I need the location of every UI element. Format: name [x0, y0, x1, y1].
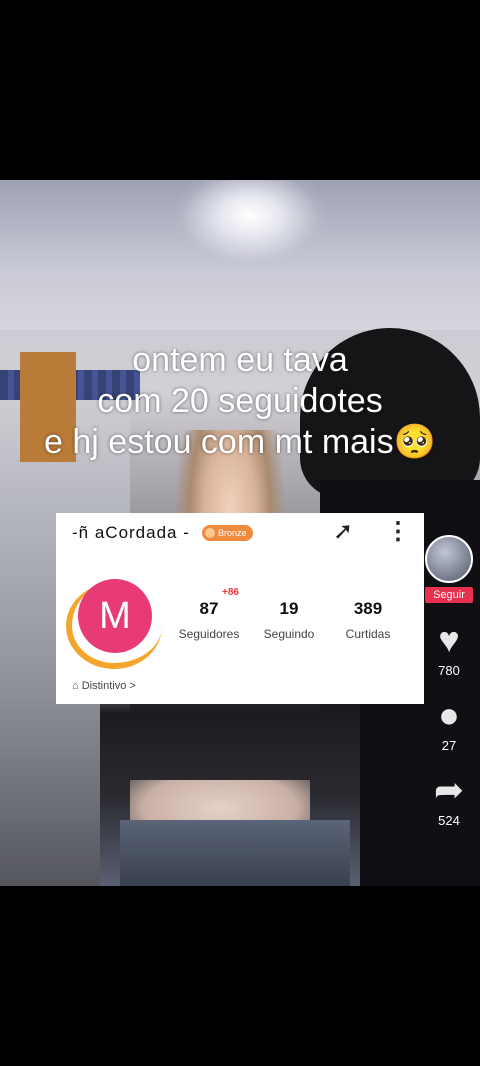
person-left-jeans [120, 820, 350, 886]
share-arrow-icon[interactable]: ➦ [418, 771, 480, 809]
profile-name: -ñ aCordada - [72, 523, 190, 542]
heart-icon[interactable]: ♥ [418, 621, 480, 659]
followers-label: Seguidores [178, 627, 240, 641]
followers-delta: +86 [222, 587, 239, 598]
caption-line-1: ontem eu tava [132, 341, 348, 379]
comment-count: 27 [441, 738, 457, 753]
share-icon[interactable]: ➚ [333, 517, 353, 546]
share-action[interactable]: ➦ 524 [418, 771, 480, 829]
bronze-badge[interactable]: Bronze [202, 525, 253, 541]
followers-count: 87 [199, 599, 219, 618]
following-label: Seguindo [263, 627, 315, 641]
comment-icon[interactable]: ● [418, 696, 480, 734]
caption-line-3: e hj estou com mt mais🥺 [44, 423, 436, 461]
profile-card: -ñ aCordada - Bronze ➚ ⋮ M +86 87 Seguid… [56, 513, 424, 704]
video-caption: ontem eu tava com 20 seguidotes e hj est… [0, 340, 480, 463]
caption-line-2: com 20 seguidotes [97, 382, 383, 420]
stat-following[interactable]: 19 Seguindo [249, 599, 329, 641]
like-action[interactable]: ♥ 780 [418, 621, 480, 679]
more-icon[interactable]: ⋮ [386, 517, 410, 546]
following-count: 19 [279, 599, 299, 618]
follow-button[interactable]: Seguir [425, 587, 473, 603]
share-count: 524 [438, 813, 460, 828]
stat-likes[interactable]: 389 Curtidas [328, 599, 408, 641]
chandelier [170, 180, 330, 270]
likes-label: Curtidas [345, 627, 391, 641]
stat-followers[interactable]: 87 Seguidores [169, 599, 249, 641]
distintivo-label: Distintivo > [81, 680, 136, 692]
like-count: 780 [438, 663, 460, 678]
creator-avatar[interactable] [425, 535, 473, 583]
distintivo-icon: ⌂ [72, 680, 79, 692]
side-actions: Seguir ♥ 780 ● 27 ➦ 524 [418, 535, 480, 828]
likes-count: 389 [353, 599, 383, 618]
comment-action[interactable]: ● 27 [418, 696, 480, 754]
distintivo-link[interactable]: ⌂ Distintivo > [72, 680, 136, 692]
avatar[interactable]: M [78, 579, 152, 653]
